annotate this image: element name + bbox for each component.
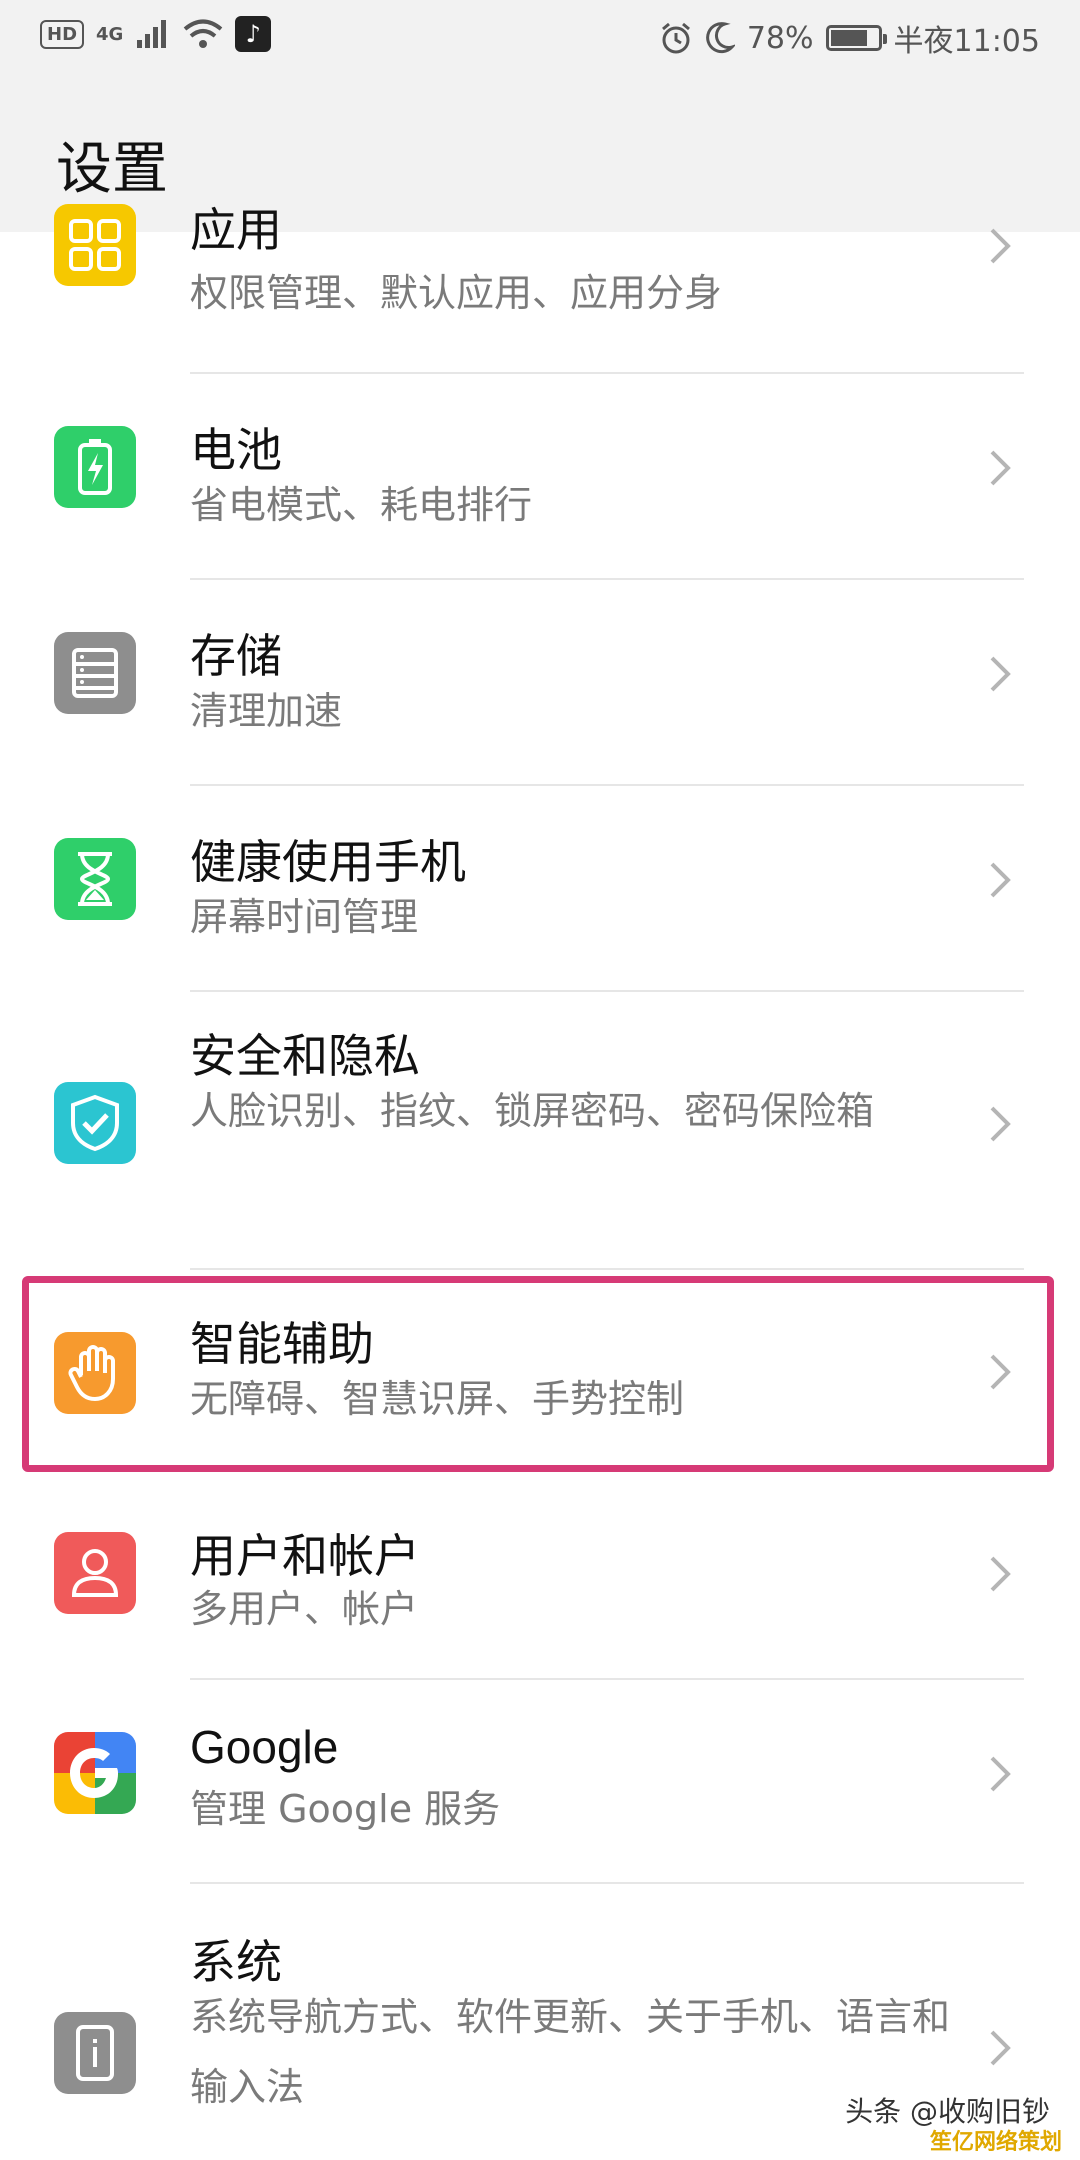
network-type: 4G xyxy=(96,23,124,45)
status-right: 78% 半夜11:05 xyxy=(659,16,1040,60)
status-left: HD 4G ♪ xyxy=(40,16,272,52)
settings-item-battery[interactable]: 电池 省电模式、耗电排行 xyxy=(0,374,1080,578)
item-title: 应用 xyxy=(190,203,282,257)
divider xyxy=(190,1268,1024,1270)
battery-level xyxy=(830,30,867,46)
page-title: 设置 xyxy=(56,137,168,202)
item-subtitle: 权限管理、默认应用、应用分身 xyxy=(190,271,723,315)
settings-item-storage[interactable]: 存储 清理加速 xyxy=(0,580,1080,784)
chevron-right-icon xyxy=(990,2030,1011,2066)
chevron-right-icon xyxy=(990,656,1011,692)
highlight-frame xyxy=(22,1276,1054,1472)
hourglass-icon xyxy=(54,838,136,920)
wifi-icon xyxy=(184,19,223,48)
item-subtitle: 管理 Google 服务 xyxy=(190,1787,501,1831)
chevron-right-icon xyxy=(990,1756,1011,1792)
system-info-icon xyxy=(54,2012,136,2094)
shield-check-icon xyxy=(54,1082,136,1164)
chevron-right-icon xyxy=(990,1106,1011,1142)
chevron-right-icon xyxy=(990,1556,1011,1592)
item-title: Google xyxy=(190,1721,339,1773)
apps-grid-icon xyxy=(54,204,136,286)
settings-item-apps[interactable]: 应用 权限管理、默认应用、应用分身 xyxy=(0,203,1080,364)
battery-percent: 78% xyxy=(746,20,814,56)
status-bar: HD 4G ♪ 78% 半夜11:05 xyxy=(0,0,1080,72)
settings-item-google[interactable]: Google 管理 Google 服务 xyxy=(0,1680,1080,1882)
moon-icon xyxy=(705,22,735,54)
hd-badge: HD xyxy=(40,19,85,49)
user-icon xyxy=(54,1532,136,1614)
chevron-right-icon xyxy=(990,228,1011,264)
clock: 半夜11:05 xyxy=(893,24,1040,59)
battery-icon xyxy=(825,25,887,51)
storage-icon xyxy=(54,632,136,714)
watermark-site: 笙亿网络策划 xyxy=(929,2130,1062,2155)
settings-item-security-privacy[interactable]: 安全和隐私 人脸识别、指纹、锁屏密码、密码保险箱 xyxy=(0,992,1080,1254)
item-subtitle: 屏幕时间管理 xyxy=(190,895,419,939)
battery-bolt-icon xyxy=(54,426,136,508)
settings-item-users-accounts[interactable]: 用户和帐户 多用户、帐户 xyxy=(0,1482,1080,1684)
chevron-right-icon xyxy=(990,862,1011,898)
signal-icon xyxy=(137,20,167,48)
chevron-right-icon xyxy=(990,450,1011,486)
google-icon xyxy=(54,1732,136,1814)
item-subtitle: 多用户、帐户 xyxy=(190,1587,419,1631)
item-subtitle: 人脸识别、指纹、锁屏密码、密码保险箱 xyxy=(190,1089,875,1133)
tiktok-icon: ♪ xyxy=(235,16,272,52)
settings-item-digital-balance[interactable]: 健康使用手机 屏幕时间管理 xyxy=(0,786,1080,990)
item-subtitle: 省电模式、耗电排行 xyxy=(190,483,533,527)
item-subtitle: 清理加速 xyxy=(190,689,343,733)
alarm-icon xyxy=(661,22,690,54)
item-subtitle: 系统导航方式、软件更新、关于手机、语言和输入法 xyxy=(190,1995,951,2109)
